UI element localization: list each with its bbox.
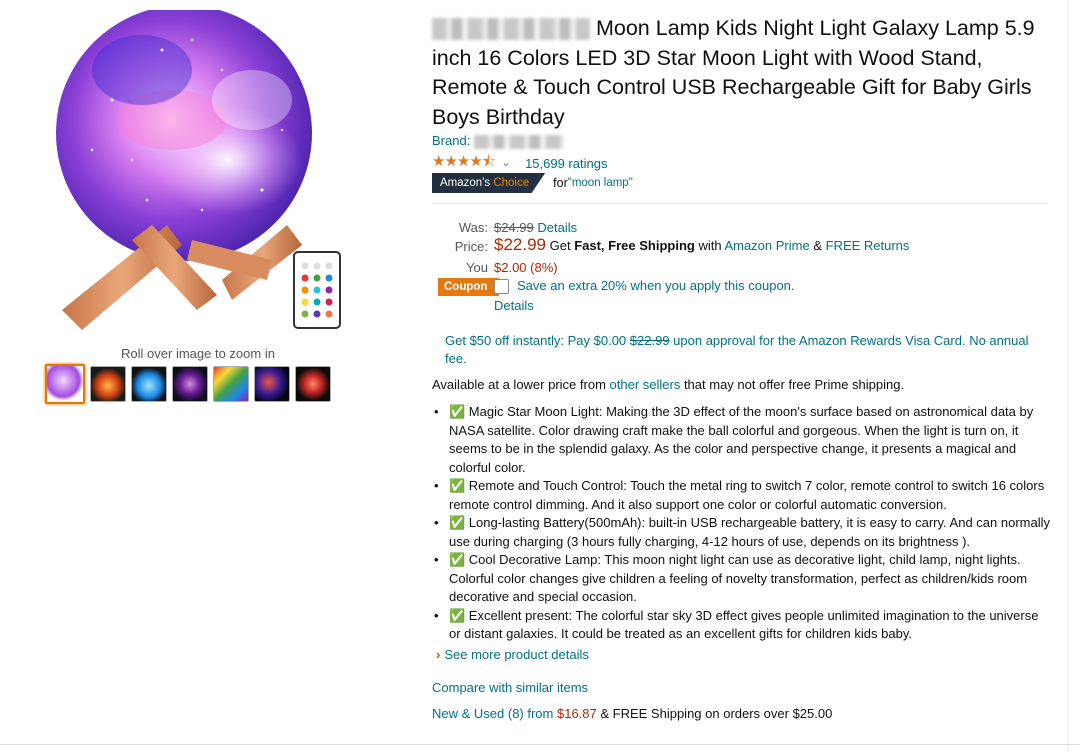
availability-pre: Available at a lower price from — [432, 377, 610, 392]
new-used-price: $16.87 — [556, 706, 597, 721]
new-used-link[interactable]: New & Used (8) from — [432, 706, 557, 721]
price-get-text: Get — [549, 238, 575, 253]
availability-post: that may not offer free Prime shipping. — [680, 377, 905, 392]
coupon-text[interactable]: Save an extra 20% when you apply this co… — [517, 278, 795, 293]
product-title: Moon Lamp Kids Night Light Galaxy Lamp 5… — [432, 14, 1057, 132]
choice-for-text: for — [553, 176, 568, 190]
price-amp-text: & — [809, 238, 826, 253]
amazons-choice-badge[interactable]: Amazon's Choice — [432, 173, 546, 193]
new-used-shipping: & FREE Shipping on orders over $25.00 — [596, 706, 833, 721]
brand-name-redacted[interactable] — [473, 134, 564, 149]
thumbnail-strip — [45, 364, 331, 404]
coupon-details-link[interactable]: Details — [494, 298, 534, 313]
brand-label: Brand: — [432, 133, 471, 148]
choice-keyword-link[interactable]: "moon lamp" — [568, 177, 633, 189]
visa-strike-price: $22.99 — [629, 333, 670, 348]
see-more-text: See more product details — [444, 647, 589, 662]
was-label: Was: — [458, 220, 488, 235]
amazon-prime-link[interactable]: Amazon Prime — [724, 238, 809, 253]
was-details-link[interactable]: Details — [537, 220, 577, 235]
bottom-divider — [0, 744, 1080, 745]
brand-line[interactable]: Brand: — [432, 133, 564, 149]
visa-offer-pre: Get $50 off instantly: Pay $0.00 — [445, 333, 630, 348]
was-row: $24.99 Details — [494, 220, 577, 235]
rating-chevron-icon[interactable]: ⌄ — [501, 155, 511, 169]
zoom-hint: Roll over image to zoom in — [121, 346, 275, 361]
new-used-offers: New & Used (8) from $16.87 & FREE Shippi… — [432, 706, 832, 721]
thumbnail-lamp-dark[interactable] — [295, 366, 331, 402]
other-sellers-link[interactable]: other sellers — [610, 377, 681, 392]
coupon-checkbox[interactable] — [494, 279, 509, 294]
scrollbar-track[interactable] — [1067, 0, 1068, 752]
see-more-details-link[interactable]: › See more product details — [436, 647, 589, 662]
choice-badge-word: Choice — [493, 177, 530, 189]
amazons-choice-row: Amazon's Choice for "moon lamp" — [432, 173, 633, 193]
thumbnail-colors[interactable] — [213, 366, 249, 402]
fast-free-shipping: Fast, Free Shipping — [574, 238, 695, 253]
was-price: $24.99 — [494, 220, 534, 235]
feature-bullet: ✅ Long-lasting Battery(500mAh): built-in… — [432, 514, 1052, 551]
thumbnail-touch[interactable] — [172, 366, 208, 402]
thumbnail-planets[interactable] — [90, 366, 126, 402]
thumbnail-moon-lamp[interactable] — [45, 364, 85, 404]
you-save-value: $2.00 (8%) — [494, 260, 558, 275]
price-row: $22.99 Get Fast, Free Shipping with Amaz… — [494, 235, 909, 255]
feature-bullet: ✅ Magic Star Moon Light: Making the 3D e… — [432, 403, 1052, 477]
product-main-image[interactable] — [52, 5, 352, 340]
thumbnail-moon-blue[interactable] — [131, 366, 167, 402]
current-price: $22.99 — [494, 235, 546, 254]
price-with-text: with — [694, 238, 725, 253]
feature-bullet: ✅ Cool Decorative Lamp: This moon night … — [432, 551, 1052, 607]
compare-similar-link[interactable]: Compare with similar items — [432, 680, 588, 695]
image-gallery: Roll over image to zoom in — [0, 0, 400, 752]
choice-badge-prefix: Amazon's — [440, 177, 494, 189]
feature-bullet: ✅ Remote and Touch Control: Touch the me… — [432, 477, 1052, 514]
feature-bullets: ✅ Magic Star Moon Light: Making the 3D e… — [432, 403, 1052, 644]
ratings-count-link[interactable]: 15,699 ratings — [525, 156, 607, 171]
thumbnail-galaxy[interactable] — [254, 366, 290, 402]
brand-redacted — [432, 18, 590, 41]
chevron-right-icon: › — [436, 647, 441, 662]
free-returns-link[interactable]: FREE Returns — [826, 238, 910, 253]
availability-line: Available at a lower price from other se… — [432, 377, 904, 392]
price-label: Price: — [454, 239, 488, 254]
feature-bullet: ✅ Excellent present: The colorful star s… — [432, 607, 1052, 644]
rewards-visa-offer[interactable]: Get $50 off instantly: Pay $0.00 $22.99 … — [445, 332, 1045, 368]
divider — [432, 203, 1048, 204]
coupon-badge: Coupon — [438, 278, 500, 296]
